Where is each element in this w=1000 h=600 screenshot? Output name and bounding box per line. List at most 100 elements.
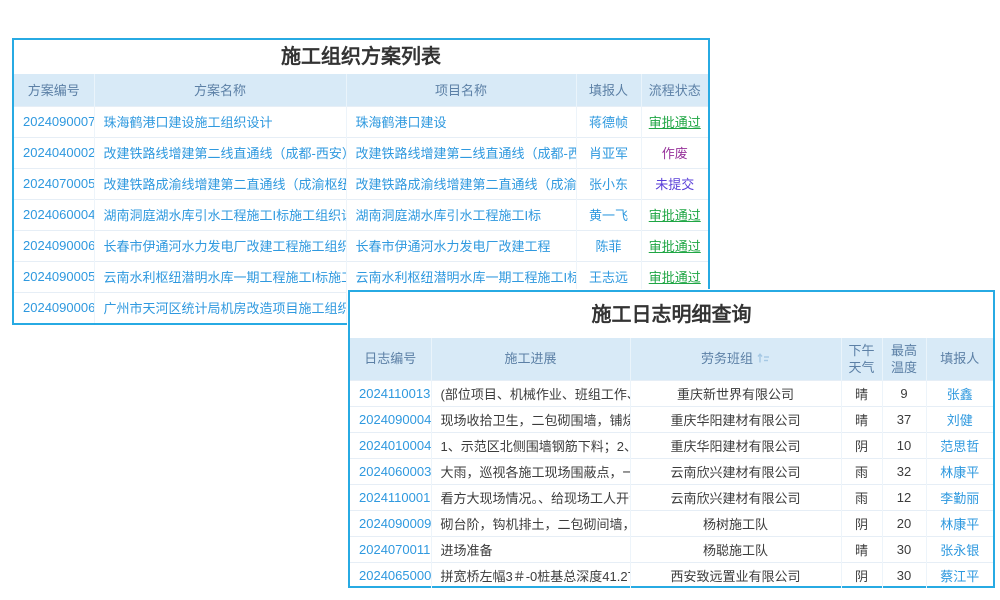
reporter-link[interactable]: 林康平 [926, 458, 993, 484]
log-id-link[interactable]: 2024070011 [350, 536, 431, 562]
table-row: 2024070011 进场准备 杨聪施工队 晴 30 张永银 [350, 536, 993, 562]
reporter-link[interactable]: 黄一飞 [576, 199, 641, 230]
plan-table-panel: 施工组织方案列表 方案编号 方案名称 项目名称 填报人 流程状态 2024090… [12, 38, 710, 325]
plan-id-link[interactable]: 2024090007 [14, 106, 94, 137]
reporter-link[interactable]: 蔡江平 [926, 562, 993, 588]
log-id-link[interactable]: 20240650002 [350, 562, 431, 588]
weather-cell: 雨 [841, 458, 882, 484]
project-name-link[interactable]: 湖南洞庭湖水库引水工程施工I标 [346, 199, 576, 230]
temp-cell: 10 [882, 432, 926, 458]
reporter-link[interactable]: 张鑫 [926, 380, 993, 406]
team-cell: 重庆新世界有限公司 [630, 380, 841, 406]
table-row: 2024040002 改建铁路线增建第二线直通线（成都-西安）... 改建铁路线… [14, 137, 708, 168]
team-cell: 杨聪施工队 [630, 536, 841, 562]
table-row: 20240650002 拼宽桥左幅3＃-0桩基总深度41.275.今日进... … [350, 562, 993, 588]
reporter-link[interactable]: 蒋德帧 [576, 106, 641, 137]
temp-cell: 30 [882, 536, 926, 562]
log-id-link[interactable]: 2024090009 [350, 510, 431, 536]
progress-cell: 1、示范区北侧围墙钢筋下料；2、围墙地... [431, 432, 630, 458]
log-col-header-id: 日志编号 [350, 338, 431, 380]
plan-name-link[interactable]: 广州市天河区统计局机房改造项目施工组织设计 [94, 292, 346, 323]
reporter-link[interactable]: 王志远 [576, 261, 641, 292]
plan-id-link[interactable]: 2024040002 [14, 137, 94, 168]
table-row: 2024060004 湖南洞庭湖水库引水工程施工I标施工组织设计 湖南洞庭湖水库… [14, 199, 708, 230]
project-name-link[interactable]: 长春市伊通河水力发电厂改建工程 [346, 230, 576, 261]
log-id-link[interactable]: 2024110001 [350, 484, 431, 510]
plan-col-header-reporter: 填报人 [576, 74, 641, 106]
table-row: 2024090004 现场收拾卫生，二包砌围墙，铺烧结砖，... 重庆华阳建材有… [350, 406, 993, 432]
plan-name-link[interactable]: 改建铁路线增建第二线直通线（成都-西安）... [94, 137, 346, 168]
log-col-header-team[interactable]: 劳务班组 [630, 338, 841, 380]
status-badge[interactable]: 审批通过 [641, 230, 708, 261]
temp-cell: 12 [882, 484, 926, 510]
reporter-link[interactable]: 陈菲 [576, 230, 641, 261]
status-badge[interactable]: 审批通过 [641, 261, 708, 292]
log-table-title: 施工日志明细查询 [350, 292, 993, 338]
log-table-header-row: 日志编号 施工进展 劳务班组 [350, 338, 993, 380]
log-id-link[interactable]: 2024010004 [350, 432, 431, 458]
weather-cell: 晴 [841, 406, 882, 432]
plan-col-header-plan: 方案名称 [94, 74, 346, 106]
table-row: 2024090005 云南水利枢纽潜明水库一期工程施工I标施工组... 云南水利… [14, 261, 708, 292]
team-cell: 重庆华阳建材有限公司 [630, 432, 841, 458]
team-cell: 云南欣兴建材有限公司 [630, 458, 841, 484]
log-col-header-temp: 最高温度 [882, 338, 926, 380]
plan-name-link[interactable]: 湖南洞庭湖水库引水工程施工I标施工组织设计 [94, 199, 346, 230]
reporter-link[interactable]: 李勤丽 [926, 484, 993, 510]
log-col-header-progress: 施工进展 [431, 338, 630, 380]
log-id-link[interactable]: 2024110013 [350, 380, 431, 406]
table-row: 2024060003 大雨，巡视各施工现场围蔽点，一切正常... 云南欣兴建材有… [350, 458, 993, 484]
plan-name-link[interactable]: 长春市伊通河水力发电厂改建工程施工组织设计 [94, 230, 346, 261]
progress-cell: 进场准备 [431, 536, 630, 562]
reporter-link[interactable]: 林康平 [926, 510, 993, 536]
log-col-header-reporter: 填报人 [926, 338, 993, 380]
plan-id-link[interactable]: 2024060004 [14, 199, 94, 230]
reporter-link[interactable]: 张小东 [576, 168, 641, 199]
reporter-link[interactable]: 刘健 [926, 406, 993, 432]
table-row: 2024110001 看方大现场情况。、给现场工人开会，整... 云南欣兴建材有… [350, 484, 993, 510]
project-name-link[interactable]: 珠海鹤港口建设 [346, 106, 576, 137]
progress-cell: 大雨，巡视各施工现场围蔽点，一切正常... [431, 458, 630, 484]
weather-cell: 阴 [841, 432, 882, 458]
log-table-panel: 施工日志明细查询 日志编号 施工进展 劳务班组 [348, 290, 995, 588]
temp-cell: 30 [882, 562, 926, 588]
weather-cell: 晴 [841, 536, 882, 562]
log-id-link[interactable]: 2024090004 [350, 406, 431, 432]
plan-id-link[interactable]: 2024090006 [14, 230, 94, 261]
status-badge[interactable]: 审批通过 [641, 106, 708, 137]
temp-cell: 37 [882, 406, 926, 432]
reporter-link[interactable]: 肖亚军 [576, 137, 641, 168]
progress-cell: 拼宽桥左幅3＃-0桩基总深度41.275.今日进... [431, 562, 630, 588]
team-cell: 杨树施工队 [630, 510, 841, 536]
log-col-header-team-label: 劳务班组 [701, 350, 753, 367]
table-row: 2024090006 长春市伊通河水力发电厂改建工程施工组织设计 长春市伊通河水… [14, 230, 708, 261]
plan-table-header-row: 方案编号 方案名称 项目名称 填报人 流程状态 [14, 74, 708, 106]
reporter-link[interactable]: 范思哲 [926, 432, 993, 458]
plan-id-link[interactable]: 2024090006 [14, 292, 94, 323]
sort-icon[interactable] [757, 352, 770, 365]
team-cell: 云南欣兴建材有限公司 [630, 484, 841, 510]
plan-col-header-id: 方案编号 [14, 74, 94, 106]
plan-col-header-project: 项目名称 [346, 74, 576, 106]
plan-name-link[interactable]: 改建铁路成渝线增建第二直通线（成渝枢纽）... [94, 168, 346, 199]
plan-name-link[interactable]: 珠海鹤港口建设施工组织设计 [94, 106, 346, 137]
plan-name-link[interactable]: 云南水利枢纽潜明水库一期工程施工I标施工组... [94, 261, 346, 292]
reporter-link[interactable]: 张永银 [926, 536, 993, 562]
plan-col-header-status: 流程状态 [641, 74, 708, 106]
plan-id-link[interactable]: 2024070005 [14, 168, 94, 199]
table-row: 2024090009 砌台阶，钩机排土，二包砌间墙，晚间加... 杨树施工队 阴… [350, 510, 993, 536]
progress-cell: 砌台阶，钩机排土，二包砌间墙，晚间加... [431, 510, 630, 536]
plan-table: 方案编号 方案名称 项目名称 填报人 流程状态 2024090007 珠海鹤港口… [14, 74, 708, 323]
temp-cell: 32 [882, 458, 926, 484]
table-row: 2024070005 改建铁路成渝线增建第二直通线（成渝枢纽）... 改建铁路成… [14, 168, 708, 199]
table-row: 2024110013 (部位项目、机械作业、班组工作、生产... 重庆新世界有限… [350, 380, 993, 406]
team-cell: 重庆华阳建材有限公司 [630, 406, 841, 432]
plan-id-link[interactable]: 2024090005 [14, 261, 94, 292]
log-id-link[interactable]: 2024060003 [350, 458, 431, 484]
progress-cell: 现场收拾卫生，二包砌围墙，铺烧结砖，... [431, 406, 630, 432]
project-name-link[interactable]: 改建铁路线增建第二线直通线（成都-西安... [346, 137, 576, 168]
project-name-link[interactable]: 改建铁路成渝线增建第二直通线（成渝枢... [346, 168, 576, 199]
project-name-link[interactable]: 云南水利枢纽潜明水库一期工程施工I标 [346, 261, 576, 292]
status-badge[interactable]: 审批通过 [641, 199, 708, 230]
temp-cell: 20 [882, 510, 926, 536]
